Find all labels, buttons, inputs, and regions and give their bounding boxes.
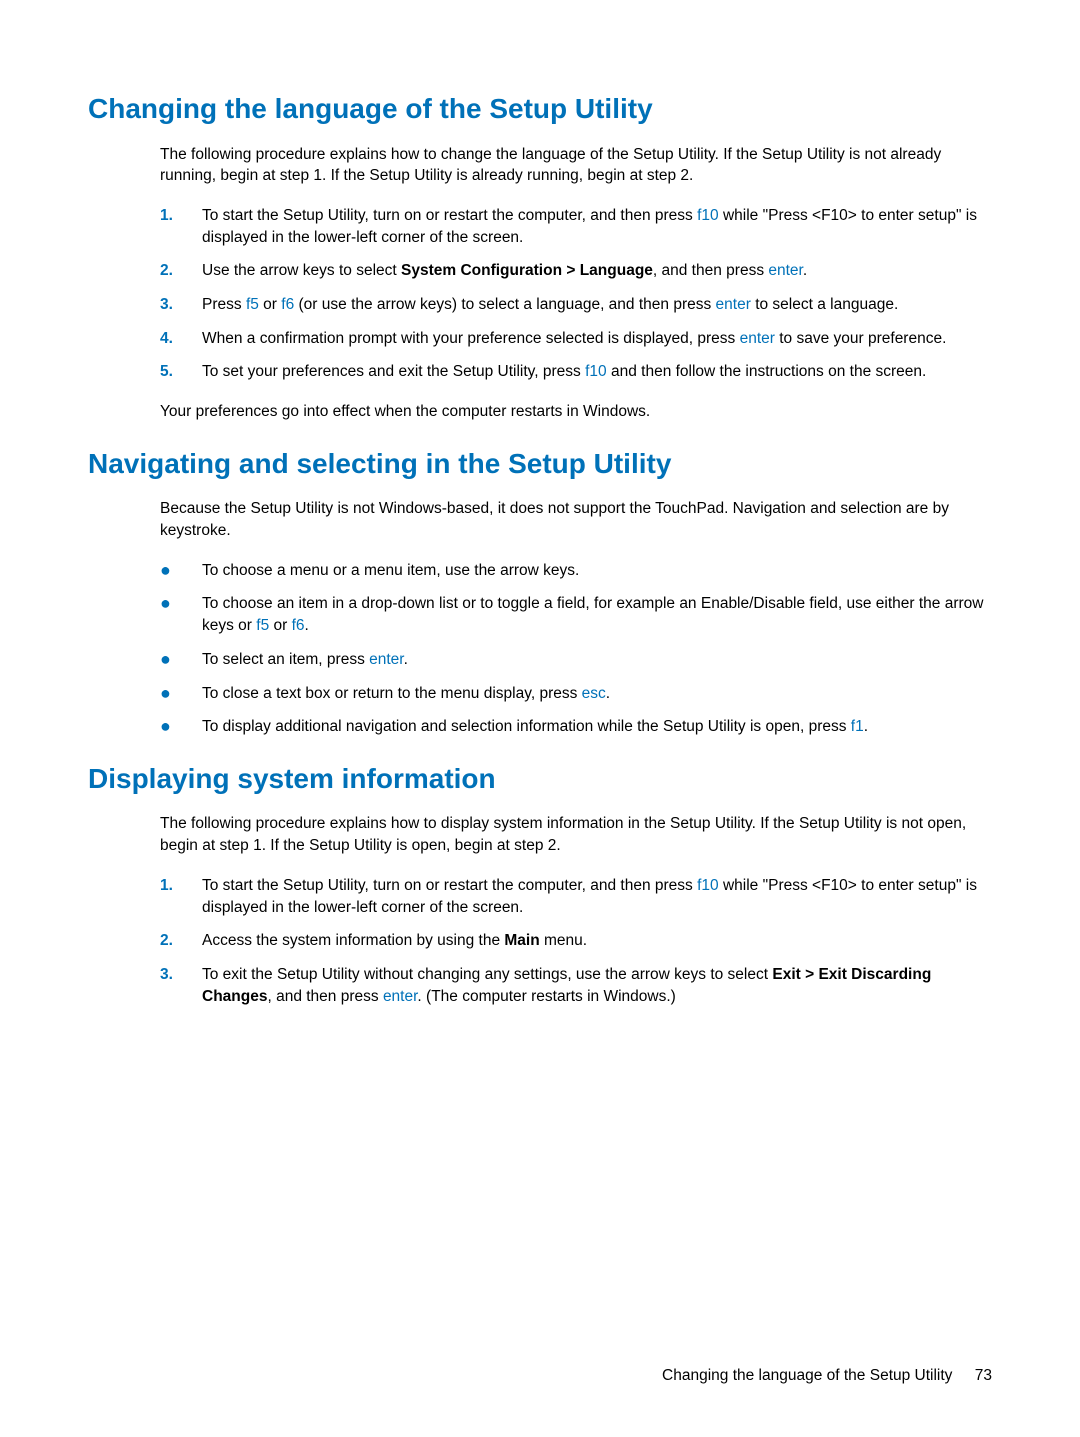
bullet-icon: ●	[160, 716, 202, 738]
key-f5: f5	[246, 296, 259, 313]
step-content: To set your preferences and exit the Set…	[202, 361, 992, 383]
key-enter: enter	[369, 651, 403, 668]
step-number: 3.	[160, 964, 202, 986]
bullet-content: To display additional navigation and sel…	[202, 716, 992, 738]
section-navigating: Navigating and selecting in the Setup Ut…	[88, 447, 992, 738]
step-item: 3. Press f5 or f6 (or use the arrow keys…	[160, 294, 992, 316]
step-number: 1.	[160, 875, 202, 897]
step-item: 2. Use the arrow keys to select System C…	[160, 260, 992, 282]
step-item: 3. To exit the Setup Utility without cha…	[160, 964, 992, 1007]
step-number: 1.	[160, 205, 202, 227]
step-number: 3.	[160, 294, 202, 316]
key-f1: f1	[851, 718, 864, 735]
key-f6: f6	[292, 617, 305, 634]
bold-main: Main	[504, 932, 539, 949]
step-item: 1. To start the Setup Utility, turn on o…	[160, 205, 992, 248]
section-displaying-info: Displaying system information The follow…	[88, 762, 992, 1007]
step-item: 5. To set your preferences and exit the …	[160, 361, 992, 383]
key-esc: esc	[582, 685, 606, 702]
bullet-item: ● To close a text box or return to the m…	[160, 683, 992, 705]
heading-navigating: Navigating and selecting in the Setup Ut…	[88, 447, 992, 481]
step-number: 5.	[160, 361, 202, 383]
key-f10: f10	[585, 363, 607, 380]
key-enter: enter	[740, 330, 775, 347]
step-content: To start the Setup Utility, turn on or r…	[202, 205, 992, 248]
intro-paragraph: The following procedure explains how to …	[160, 813, 992, 856]
bullet-item: ● To choose an item in a drop-down list …	[160, 593, 992, 636]
bold-menu-path: System Configuration > Language	[401, 262, 653, 279]
step-number: 4.	[160, 328, 202, 350]
heading-changing-language: Changing the language of the Setup Utili…	[88, 92, 992, 126]
key-f10: f10	[697, 207, 719, 224]
bullet-content: To choose an item in a drop-down list or…	[202, 593, 992, 636]
section-changing-language: Changing the language of the Setup Utili…	[88, 92, 992, 423]
bullet-icon: ●	[160, 593, 202, 615]
heading-displaying-info: Displaying system information	[88, 762, 992, 796]
step-content: To start the Setup Utility, turn on or r…	[202, 875, 992, 918]
bullet-item: ● To display additional navigation and s…	[160, 716, 992, 738]
step-content: Access the system information by using t…	[202, 930, 992, 952]
intro-paragraph: Because the Setup Utility is not Windows…	[160, 498, 992, 541]
step-item: 4. When a confirmation prompt with your …	[160, 328, 992, 350]
bullet-content: To choose a menu or a menu item, use the…	[202, 560, 992, 582]
step-content: Press f5 or f6 (or use the arrow keys) t…	[202, 294, 992, 316]
bullet-content: To select an item, press enter.	[202, 649, 992, 671]
steps-list-3: 1. To start the Setup Utility, turn on o…	[160, 875, 992, 1007]
bullet-icon: ●	[160, 683, 202, 705]
key-f6: f6	[281, 296, 294, 313]
steps-list-1: 1. To start the Setup Utility, turn on o…	[160, 205, 992, 383]
page-number: 73	[975, 1367, 992, 1384]
step-content: To exit the Setup Utility without changi…	[202, 964, 992, 1007]
bullet-list-nav: ● To choose a menu or a menu item, use t…	[160, 560, 992, 738]
step-content: When a confirmation prompt with your pre…	[202, 328, 992, 350]
bullet-item: ● To choose a menu or a menu item, use t…	[160, 560, 992, 582]
step-number: 2.	[160, 260, 202, 282]
page-footer: Changing the language of the Setup Utili…	[662, 1367, 992, 1385]
key-enter: enter	[383, 988, 417, 1005]
step-item: 1. To start the Setup Utility, turn on o…	[160, 875, 992, 918]
key-f10: f10	[697, 877, 719, 894]
intro-paragraph: The following procedure explains how to …	[160, 144, 992, 187]
bullet-icon: ●	[160, 560, 202, 582]
bullet-content: To close a text box or return to the men…	[202, 683, 992, 705]
outro-paragraph: Your preferences go into effect when the…	[160, 401, 992, 423]
bullet-icon: ●	[160, 649, 202, 671]
key-enter: enter	[716, 296, 751, 313]
step-content: Use the arrow keys to select System Conf…	[202, 260, 992, 282]
key-f5: f5	[256, 617, 269, 634]
bullet-item: ● To select an item, press enter.	[160, 649, 992, 671]
footer-text: Changing the language of the Setup Utili…	[662, 1367, 952, 1384]
step-number: 2.	[160, 930, 202, 952]
step-item: 2. Access the system information by usin…	[160, 930, 992, 952]
key-enter: enter	[768, 262, 802, 279]
